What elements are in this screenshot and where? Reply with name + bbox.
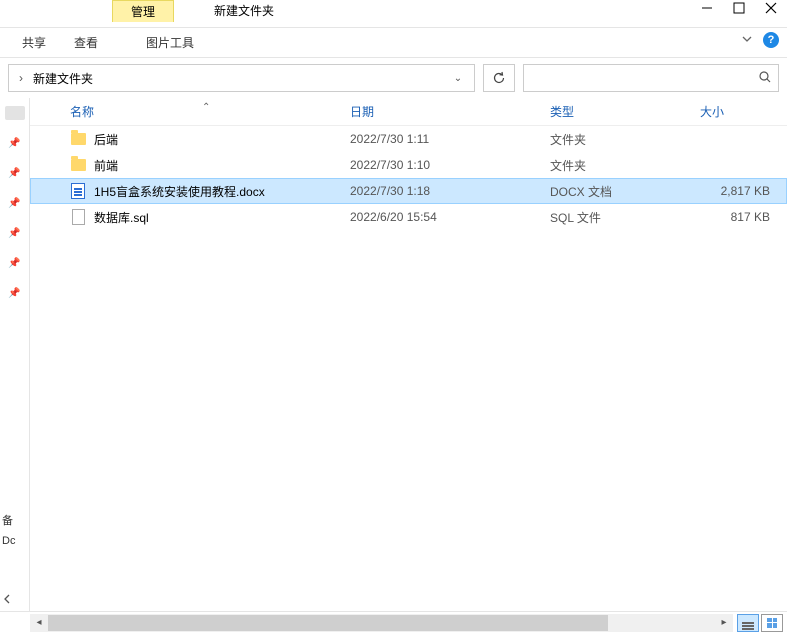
file-row[interactable]: 前端 2022/7/30 1:10文件夹 xyxy=(30,152,787,178)
ribbon-tab-view[interactable]: 查看 xyxy=(60,30,112,55)
search-icon xyxy=(758,70,772,87)
pin-icon[interactable]: 📌 xyxy=(8,196,22,210)
scroll-left-button[interactable]: ◂ xyxy=(30,614,48,632)
pin-icon[interactable]: 📌 xyxy=(8,136,22,150)
file-name: 后端 xyxy=(94,131,118,148)
ribbon-tab-share[interactable]: 共享 xyxy=(8,30,60,55)
view-details-button[interactable] xyxy=(737,614,759,632)
file-date: 2022/6/20 15:54 xyxy=(350,210,550,224)
column-headers: ⌃ 名称 日期 类型 大小 xyxy=(30,98,787,126)
address-bar[interactable]: › 新建文件夹 ⌄ xyxy=(8,64,475,92)
list-lines-icon xyxy=(742,622,754,624)
nav-collapse-handle[interactable] xyxy=(5,106,25,120)
nav-pane: 📌 📌 📌 📌 📌 📌 备 Dc xyxy=(0,98,30,611)
file-row[interactable]: 数据库.sql 2022/6/20 15:54SQL 文件817 KB xyxy=(30,204,787,230)
file-size: 817 KB xyxy=(700,210,770,224)
file-icon xyxy=(70,209,86,225)
refresh-button[interactable] xyxy=(483,64,515,92)
search-box[interactable] xyxy=(523,64,779,92)
column-header-size[interactable]: 大小 xyxy=(700,103,770,120)
folder-icon xyxy=(70,157,86,173)
breadcrumb-folder[interactable]: 新建文件夹 xyxy=(29,70,446,87)
column-header-date[interactable]: 日期 xyxy=(350,103,550,120)
address-dropdown-icon[interactable]: ⌄ xyxy=(446,73,470,84)
nav-label: 备 xyxy=(2,511,30,531)
ribbon-tab-tools[interactable]: 图片工具 xyxy=(132,30,208,55)
file-size: 2,817 KB xyxy=(700,184,770,198)
file-date: 2022/7/30 1:11 xyxy=(350,132,550,146)
file-date: 2022/7/30 1:10 xyxy=(350,158,550,172)
file-name: 数据库.sql xyxy=(94,209,149,226)
scroll-right-button[interactable]: ▸ xyxy=(715,614,733,632)
file-type: 文件夹 xyxy=(550,157,700,174)
pin-icon[interactable]: 📌 xyxy=(8,256,22,270)
file-type: 文件夹 xyxy=(550,131,700,148)
file-type: SQL 文件 xyxy=(550,209,700,226)
sort-indicator-icon: ⌃ xyxy=(202,102,210,113)
maximize-button[interactable] xyxy=(733,2,745,14)
scroll-track[interactable] xyxy=(48,614,715,632)
breadcrumb-chevron-icon[interactable]: › xyxy=(13,71,29,85)
horizontal-scrollbar[interactable]: ◂ ▸ xyxy=(30,614,733,632)
file-row[interactable]: 后端 2022/7/30 1:11文件夹 xyxy=(30,126,787,152)
chevron-left-icon[interactable] xyxy=(2,593,12,607)
minimize-button[interactable] xyxy=(701,2,713,14)
chevron-down-icon[interactable] xyxy=(741,33,753,48)
file-name: 1H5盲盒系统安装使用教程.docx xyxy=(94,183,265,200)
file-date: 2022/7/30 1:18 xyxy=(350,184,550,198)
window-title: 新建文件夹 xyxy=(214,0,274,19)
folder-icon xyxy=(70,131,86,147)
column-header-type[interactable]: 类型 xyxy=(550,103,700,120)
nav-label: Dc xyxy=(2,531,30,551)
scroll-thumb[interactable] xyxy=(48,615,608,631)
pin-icon[interactable]: 📌 xyxy=(8,286,22,300)
pin-icon[interactable]: 📌 xyxy=(8,166,22,180)
grid-icon xyxy=(767,618,777,628)
file-name: 前端 xyxy=(94,157,118,174)
file-type: DOCX 文档 xyxy=(550,183,700,200)
close-button[interactable] xyxy=(765,2,777,14)
help-icon[interactable]: ? xyxy=(763,32,779,48)
view-icons-button[interactable] xyxy=(761,614,783,632)
pin-icon[interactable]: 📌 xyxy=(8,226,22,240)
docx-icon xyxy=(70,183,86,199)
tab-manage[interactable]: 管理 xyxy=(112,0,174,22)
file-row[interactable]: 1H5盲盒系统安装使用教程.docx 2022/7/30 1:18DOCX 文档2… xyxy=(30,178,787,204)
